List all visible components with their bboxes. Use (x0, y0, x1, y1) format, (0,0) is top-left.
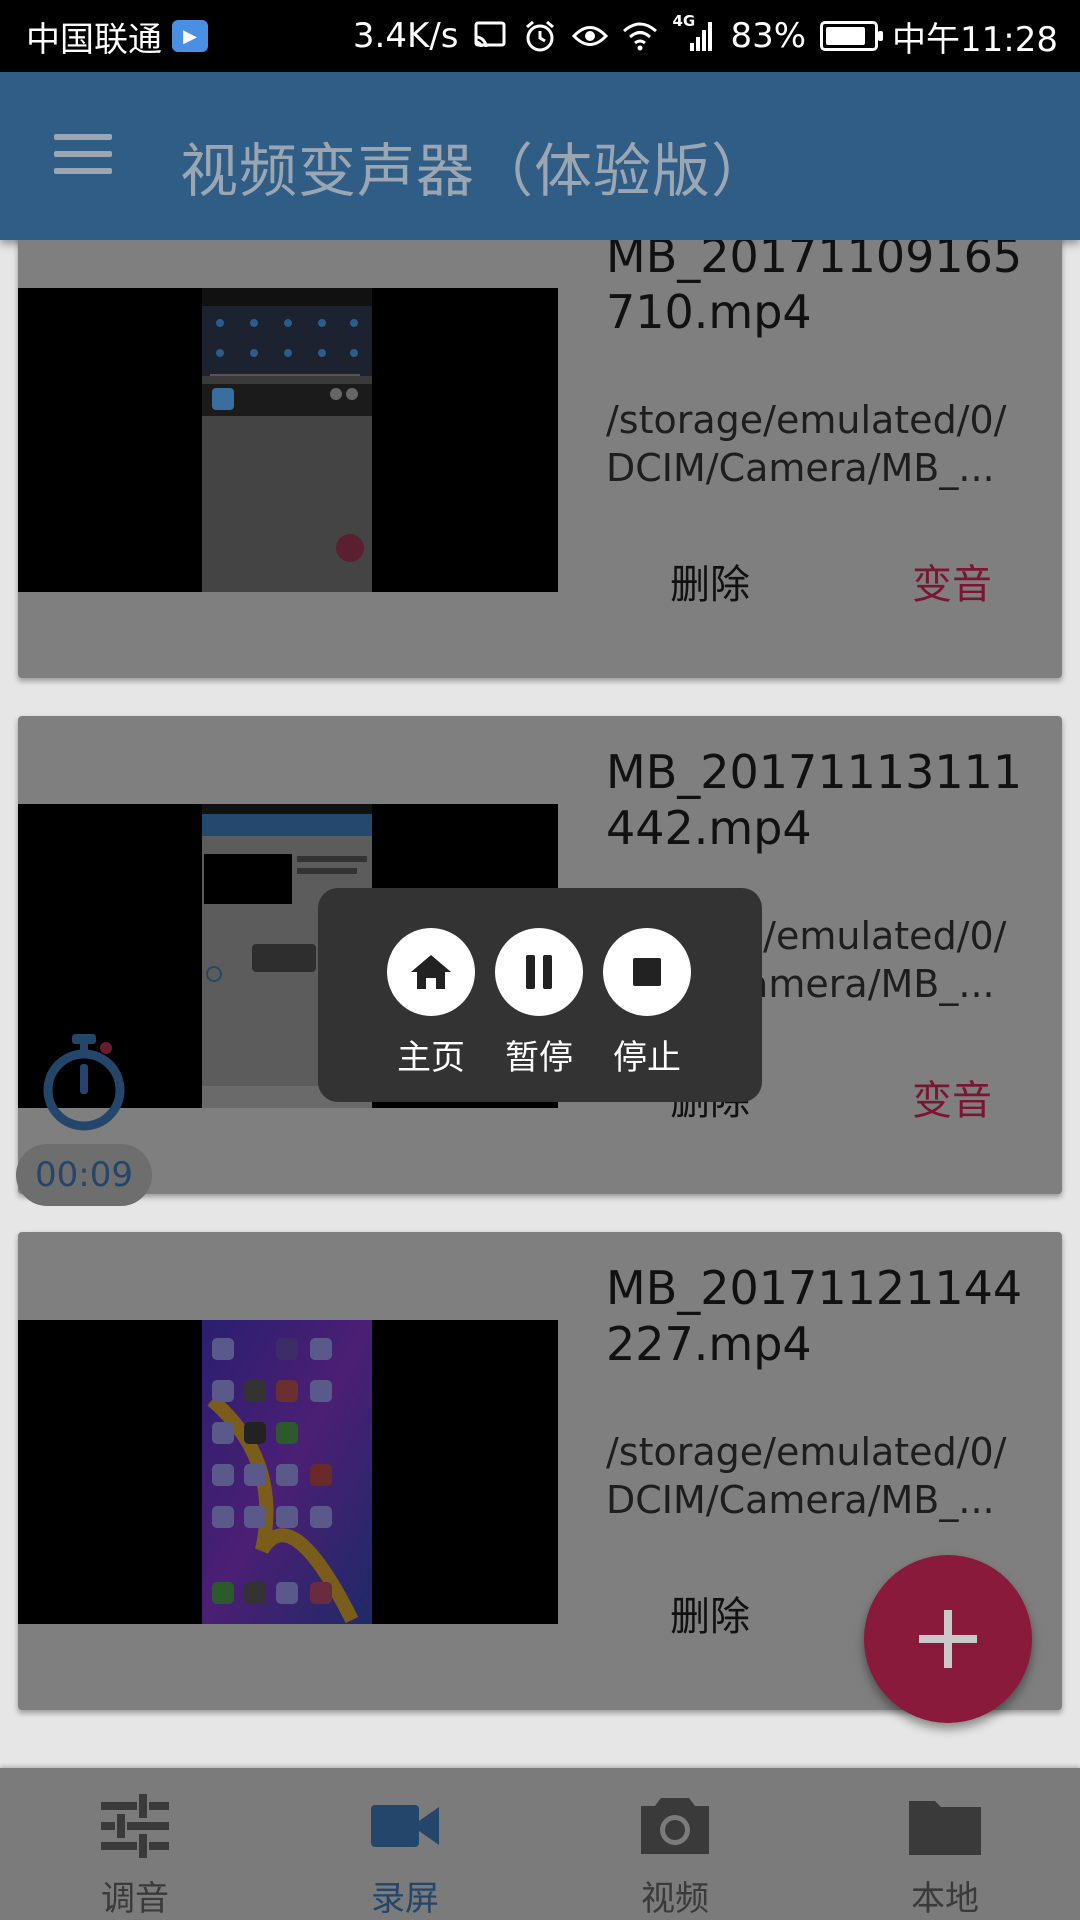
network-type: 4G (672, 12, 696, 30)
home-control[interactable]: 主页 (386, 928, 476, 1079)
tab-screen-record[interactable]: 录屏 (270, 1768, 540, 1920)
stop-icon[interactable] (603, 928, 691, 1016)
menu-icon[interactable] (54, 134, 112, 174)
page-title: 视频变声器（体验版） (180, 137, 771, 205)
stop-control[interactable]: 停止 (602, 928, 692, 1079)
file-path: /storage/emulated/0/DCIM/Camera/MB_... (606, 398, 1007, 490)
tab-video[interactable]: 视频 (540, 1768, 810, 1920)
tab-label: 录屏 (371, 1879, 439, 1919)
thumbnail-screen (202, 1320, 372, 1624)
clock: 中午11:28 (892, 19, 1058, 60)
app-bar: 视频变声器（体验版） (0, 72, 1080, 240)
video-thumbnail[interactable] (18, 1320, 558, 1624)
folder-icon (905, 1786, 985, 1865)
recording-timer: 00:09 (16, 1144, 152, 1206)
stopwatch-icon[interactable] (36, 1030, 132, 1134)
battery-percent: 83% (730, 16, 807, 56)
tab-label: 本地 (911, 1879, 979, 1919)
battery-icon (820, 21, 884, 51)
signal-icon: 4G (672, 12, 716, 54)
video-card[interactable]: MB_20171109165710.mp4 /storage/emulated/… (18, 240, 1062, 678)
change-voice-button[interactable]: 变音 (912, 1068, 992, 1126)
tab-tuning[interactable]: 调音 (0, 1768, 270, 1920)
status-bar: 中国联通 ▶ 3.4K/s 4G 83% 中午11:28 (0, 0, 1080, 72)
home-icon[interactable] (387, 928, 475, 1016)
alarm-icon (522, 18, 558, 54)
delete-button[interactable]: 删除 (670, 1584, 750, 1642)
status-left: 中国联通 ▶ (26, 0, 208, 72)
file-name: MB_20171113111442.mp4 (606, 745, 1023, 855)
screen-recorder-app-icon: ▶ (172, 20, 208, 52)
change-voice-button[interactable]: 变音 (912, 552, 992, 610)
plus-icon (919, 1610, 977, 1668)
add-button[interactable] (864, 1555, 1032, 1723)
carrier-name: 中国联通 (26, 19, 162, 60)
status-right: 3.4K/s 4G 83% 中午11:28 (353, 0, 1058, 72)
record-control-panel: 主页 暂停 停止 (318, 888, 762, 1102)
wifi-icon (622, 18, 658, 54)
app-root: 中国联通 ▶ 3.4K/s 4G 83% 中午11:28 视频变声器（体验版） … (0, 0, 1080, 1920)
camera-icon (635, 1786, 715, 1865)
videocam-icon (365, 1786, 445, 1865)
pause-control[interactable]: 暂停 (494, 928, 584, 1079)
video-thumbnail[interactable] (18, 288, 558, 592)
file-path: /storage/emulated/0/DCIM/Camera/MB_... (606, 1430, 1007, 1522)
home-label: 主页 (397, 1038, 465, 1078)
thumbnail-screen (202, 288, 372, 592)
file-name: MB_20171121144227.mp4 (606, 1261, 1023, 1371)
tab-label: 视频 (641, 1879, 709, 1919)
network-speed: 3.4K/s (352, 16, 459, 56)
bottom-navigation: 调音 录屏 视频 本地 (0, 1768, 1080, 1920)
pause-label: 暂停 (505, 1038, 573, 1078)
pause-icon[interactable] (495, 928, 583, 1016)
stop-label: 停止 (613, 1038, 681, 1078)
delete-button[interactable]: 删除 (670, 552, 750, 610)
tab-label: 调音 (101, 1879, 169, 1919)
eye-icon (572, 18, 609, 54)
cast-icon (472, 18, 508, 54)
file-name: MB_20171109165710.mp4 (606, 240, 1023, 339)
sliders-icon (95, 1786, 175, 1865)
tab-local[interactable]: 本地 (810, 1768, 1080, 1920)
